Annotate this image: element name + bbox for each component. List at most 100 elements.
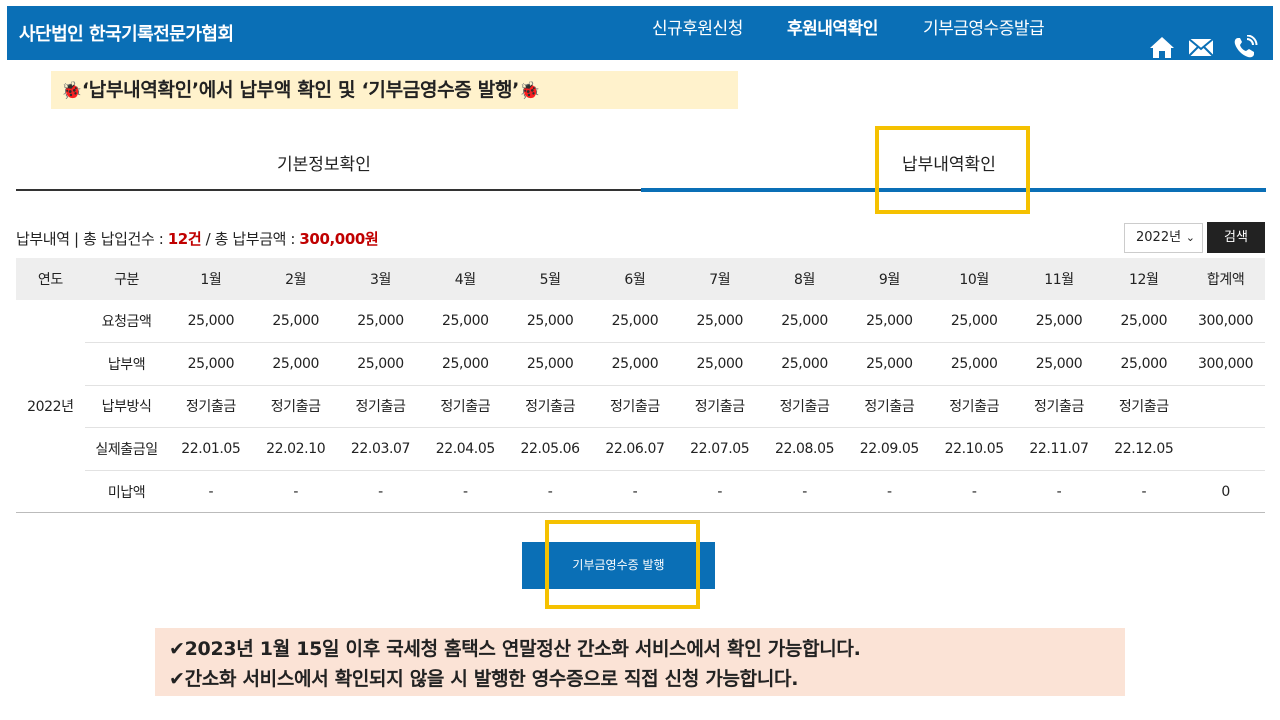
- summary-amount: 300,000원: [299, 230, 379, 248]
- table-cell: 22.08.05: [762, 427, 847, 471]
- payment-summary: 납부내역 | 총 납입건수 : 12건 / 총 납부금액 : 300,000원: [16, 228, 379, 249]
- summary-prefix: 납부내역 | 총 납입건수 :: [16, 230, 168, 248]
- notice-banner: 🐞‘납부내역확인’에서 납부액 확인 및 ‘기부금영수증 발행’🐞: [51, 71, 738, 109]
- table-cell: 정기출금: [592, 385, 678, 429]
- table-cell: -: [168, 470, 254, 514]
- table-cell: -: [677, 470, 763, 514]
- search-button[interactable]: 검색: [1207, 222, 1265, 253]
- chevron-down-icon: ⌄: [1185, 231, 1195, 244]
- table-cell: 정기출금: [338, 385, 423, 429]
- row-label: 실제출금일: [84, 427, 169, 471]
- table-cell: 정기출금: [422, 385, 508, 429]
- table-cell: 22.10.05: [931, 427, 1017, 471]
- table-cell: 25,000: [931, 300, 1017, 344]
- table-cell: 25,000: [338, 342, 423, 386]
- table-cell: -: [507, 470, 593, 514]
- table-cell: -: [1016, 470, 1102, 514]
- col-header: 합계액: [1186, 258, 1265, 300]
- table-cell: -: [846, 470, 932, 514]
- table-row: 납부방식 정기출금 정기출금 정기출금 정기출금 정기출금 정기출금 정기출금 정기출금 정기출금…: [16, 385, 1265, 429]
- table-row: 2022년 요청금액 25,000 25,000 25,000 25,000 25,000 2…: [16, 300, 1265, 514]
- table-cell: 25,000: [507, 300, 593, 344]
- bug-icon: 🐞: [519, 81, 540, 101]
- table-row: 납부액 25,000 25,000 25,000 25,000 25,000 25,000 2…: [16, 342, 1265, 386]
- table-cell: 22.06.07: [592, 427, 678, 471]
- table-cell: 25,000: [422, 300, 508, 344]
- col-header: 2월: [253, 258, 339, 300]
- table-row: 실제출금일 22.01.05 22.02.10 22.03.07 22.04.05 22.…: [16, 427, 1265, 471]
- col-header: 9월: [846, 258, 932, 300]
- table-cell: -: [422, 470, 508, 514]
- table-cell: 25,000: [422, 342, 508, 386]
- table-header-row: 연도 구분 1월 2월 3월 4월 5월 6월 7월 8월 9월 10월 11월…: [16, 258, 1265, 300]
- col-header: 7월: [677, 258, 763, 300]
- table-cell: 25,000: [846, 300, 932, 344]
- bug-icon: 🐞: [61, 81, 82, 101]
- table-cell: 25,000: [1101, 342, 1187, 386]
- table-row: 미납액 - - - - - - - - - - - -0: [16, 470, 1265, 514]
- col-header: 8월: [762, 258, 847, 300]
- table-cell: [1186, 385, 1265, 429]
- phone-icon[interactable]: [1232, 35, 1258, 59]
- table-cell: 25,000: [168, 300, 254, 344]
- payment-table: 연도 구분 1월 2월 3월 4월 5월 6월 7월 8월 9월 10월 11월…: [16, 258, 1265, 514]
- notice-text: ‘납부내역확인’에서 납부액 확인 및 ‘기부금영수증 발행’: [81, 79, 520, 101]
- org-name-logo[interactable]: 사단법인 한국기록전문가협회: [19, 20, 234, 46]
- table-cell: 정기출금: [1016, 385, 1102, 429]
- table-cell: 정기출금: [507, 385, 593, 429]
- table-cell: 25,000: [253, 342, 339, 386]
- table-cell: 25,000: [846, 342, 932, 386]
- table-cell: 정기출금: [677, 385, 763, 429]
- table-cell: 22.09.05: [846, 427, 932, 471]
- nav-sponsor-history[interactable]: 후원내역확인: [787, 14, 878, 39]
- table-cell: 22.11.07: [1016, 427, 1102, 471]
- table-cell: 25,000: [338, 300, 423, 344]
- highlight-box-tab: [875, 126, 1030, 214]
- table-cell: 22.04.05: [422, 427, 508, 471]
- col-header: 5월: [507, 258, 593, 300]
- table-cell: 25,000: [592, 300, 678, 344]
- table-cell: 정기출금: [846, 385, 932, 429]
- tab-basic-info[interactable]: 기본정보확인: [277, 150, 371, 175]
- row-label: 요청금액: [84, 300, 169, 344]
- home-icon[interactable]: [1149, 35, 1175, 59]
- table-cell: 22.03.07: [338, 427, 423, 471]
- col-header: 12월: [1101, 258, 1187, 300]
- table-cell: 22.02.10: [253, 427, 339, 471]
- table-cell: 25,000: [592, 342, 678, 386]
- table-cell: 정기출금: [762, 385, 847, 429]
- table-cell: 25,000: [677, 342, 763, 386]
- table-cell: 25,000: [1101, 300, 1187, 344]
- nav-new-sponsor[interactable]: 신규후원신청: [652, 14, 743, 39]
- table-cell: 25,000: [762, 300, 847, 344]
- table-cell: 25,000: [1016, 342, 1102, 386]
- table-cell: 0: [1186, 470, 1265, 514]
- year-select[interactable]: 2022년 ⌄: [1124, 223, 1203, 253]
- year-cell: 2022년: [16, 300, 85, 514]
- highlight-box-button: [545, 520, 700, 609]
- table-cell: -: [338, 470, 423, 514]
- year-select-value: 2022년: [1136, 230, 1182, 245]
- summary-count: 12건: [167, 230, 202, 248]
- table-cell: 정기출금: [253, 385, 339, 429]
- table-cell: 25,000: [931, 342, 1017, 386]
- col-header: 1월: [168, 258, 254, 300]
- note-line: ✔간소화 서비스에서 확인되지 않을 시 발행한 영수증으로 직접 신청 가능합…: [169, 668, 799, 690]
- mail-icon[interactable]: [1188, 35, 1214, 59]
- table-cell: 25,000: [168, 342, 254, 386]
- col-header: 6월: [592, 258, 678, 300]
- info-note: ✔2023년 1월 15일 이후 국세청 홈택스 연말정산 간소화 서비스에서 …: [155, 628, 1125, 696]
- col-header: 3월: [338, 258, 423, 300]
- top-header: 사단법인 한국기록전문가협회 신규후원신청 후원내역확인 기부금영수증발급: [7, 6, 1273, 60]
- table-cell: -: [762, 470, 847, 514]
- table-cell: -: [931, 470, 1017, 514]
- nav-receipt-issue[interactable]: 기부금영수증발급: [923, 14, 1045, 39]
- table-cell: 300,000: [1186, 300, 1265, 344]
- col-header: 10월: [931, 258, 1017, 300]
- table-cell: 22.07.05: [677, 427, 763, 471]
- table-cell: 25,000: [253, 300, 339, 344]
- table-cell: 정기출금: [1101, 385, 1187, 429]
- col-header: 11월: [1016, 258, 1102, 300]
- table-cell: 25,000: [1016, 300, 1102, 344]
- row-label: 미납액: [84, 470, 169, 514]
